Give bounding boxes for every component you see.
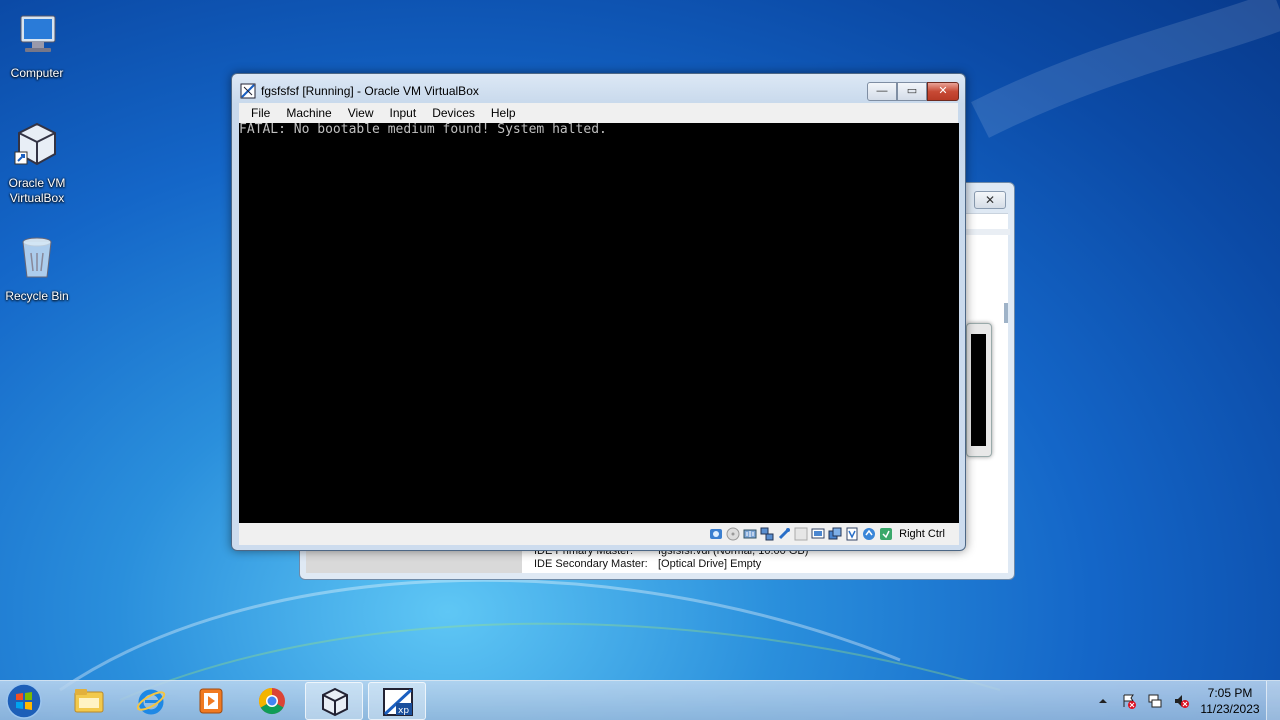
virtualbox-vm-icon [240, 83, 256, 99]
desktop-icon-computer[interactable]: Computer [0, 10, 74, 81]
menu-view[interactable]: View [340, 106, 382, 120]
recycle-bin-icon [22, 237, 52, 278]
preview-screen [971, 334, 986, 446]
menu-file[interactable]: File [243, 106, 278, 120]
menu-input[interactable]: Input [382, 106, 425, 120]
display-icon[interactable] [811, 527, 825, 541]
hard-disk-icon[interactable] [709, 527, 723, 541]
maximize-button[interactable]: ▭ [897, 82, 927, 101]
minimize-button[interactable]: — [867, 82, 897, 101]
window-controls: — ▭ ✕ [867, 82, 959, 101]
host-key-label[interactable]: Right Ctrl [899, 528, 945, 540]
internet-explorer-icon [136, 689, 166, 715]
usb-icon[interactable] [777, 527, 791, 541]
detail-value: [Optical Drive] Empty [658, 558, 762, 570]
taskbar-file-explorer[interactable] [60, 682, 118, 720]
manager-scrollbar[interactable] [1004, 303, 1008, 323]
desktop-icon-label: Oracle VM VirtualBox [8, 176, 66, 205]
vm-window-title: fgsfsfsf [Running] - Oracle VM VirtualBo… [261, 84, 479, 98]
manager-preview [966, 323, 992, 457]
chrome-icon [258, 687, 285, 715]
taskbar-media-player[interactable] [182, 682, 240, 720]
manager-vm-list-footer [306, 551, 522, 573]
virtualization-icon[interactable] [845, 527, 859, 541]
optical-drive-icon[interactable] [726, 527, 740, 541]
vm-window[interactable]: fgsfsfsf [Running] - Oracle VM VirtualBo… [231, 73, 966, 551]
network-tray-icon[interactable] [1147, 693, 1163, 709]
svg-text:xp: xp [398, 706, 409, 716]
vm-display[interactable]: FATAL: No bootable medium found! System … [239, 123, 959, 523]
taskbar-internet-explorer[interactable] [122, 682, 180, 720]
taskbar-chrome[interactable] [243, 682, 301, 720]
desktop-icon-recycle-bin[interactable]: Recycle Bin [0, 233, 74, 304]
manager-toolbar-strip [960, 229, 1010, 235]
shared-folders-icon[interactable] [794, 527, 808, 541]
clock-date: 11/23/2023 [1200, 702, 1260, 716]
menu-machine[interactable]: Machine [278, 106, 339, 120]
cpu-icon[interactable] [879, 527, 893, 541]
virtualbox-icon [14, 122, 56, 166]
start-button[interactable] [4, 682, 44, 720]
detail-key: IDE Secondary Master: [534, 558, 648, 570]
show-desktop-button[interactable] [1266, 681, 1280, 720]
detail-row: IDE Secondary Master: [Optical Drive] Emp… [534, 558, 808, 571]
taskbar: xp 7:05 PM 11/23/2023 [0, 680, 1280, 720]
taskbar-clock[interactable]: 7:05 PM 11/23/2023 [1194, 685, 1266, 717]
volume-muted-icon[interactable] [1173, 693, 1189, 709]
vm-menu-bar: File Machine View Input Devices Help [239, 103, 958, 123]
system-tray: 7:05 PM 11/23/2023 [1090, 681, 1280, 720]
console-message: FATAL: No bootable medium found! System … [239, 122, 607, 137]
vm-title-bar[interactable]: fgsfsfsf [Running] - Oracle VM VirtualBo… [240, 83, 479, 99]
clock-time: 7:05 PM [1207, 686, 1253, 700]
desktop-icon-label: Recycle Bin [5, 289, 69, 303]
menu-devices[interactable]: Devices [424, 106, 483, 120]
mouse-integration-icon[interactable] [862, 527, 876, 541]
manager-close-button[interactable]: ✕ [974, 191, 1006, 209]
show-hidden-icons-icon[interactable] [1095, 693, 1111, 709]
network-icon[interactable] [760, 527, 774, 541]
virtualbox-icon [322, 687, 348, 717]
desktop-icon-virtualbox[interactable]: Oracle VM VirtualBox [0, 120, 74, 206]
audio-icon[interactable] [743, 527, 757, 541]
computer-icon [20, 15, 56, 52]
menu-help[interactable]: Help [483, 106, 524, 120]
virtualbox-vm-icon: xp [383, 688, 413, 716]
vm-status-bar: Right Ctrl [239, 523, 959, 545]
taskbar-virtualbox-manager[interactable] [305, 682, 363, 720]
folder-icon [74, 689, 104, 713]
desktop-icon-label: Computer [10, 66, 64, 80]
taskbar-virtualbox-vm[interactable]: xp [368, 682, 426, 720]
action-center-icon[interactable] [1121, 693, 1137, 709]
video-capture-icon[interactable] [828, 527, 842, 541]
media-player-icon [199, 688, 223, 714]
close-button[interactable]: ✕ [927, 82, 959, 101]
